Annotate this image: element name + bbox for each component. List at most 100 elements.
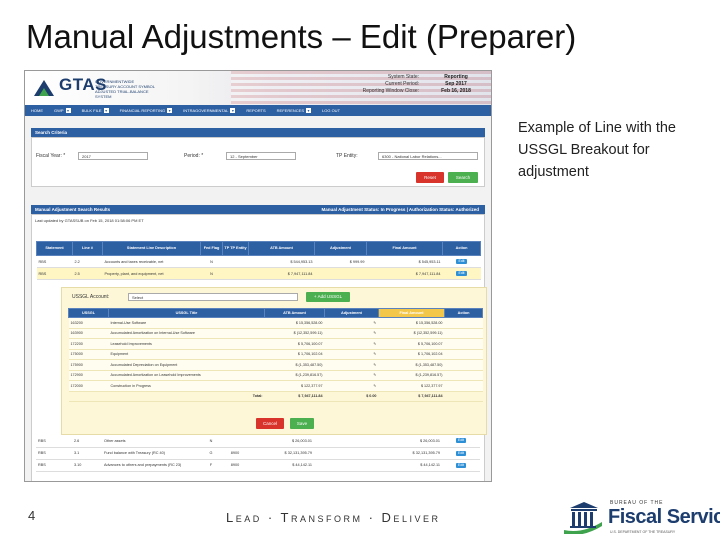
last-updated-text: Last updated by GTASSUB on Feb 15, 2018 …: [35, 218, 144, 223]
edit-button[interactable]: Edit: [455, 462, 467, 468]
pencil-icon[interactable]: ✎: [373, 321, 376, 325]
results-table-continued: RBS 2.6 Other assets N $ 26,003.01 $ 26,…: [36, 435, 480, 472]
table-row-selected: RBS 2.5 Property, plant, and equipment, …: [36, 267, 481, 280]
add-ussgl-button[interactable]: + Add USSGL: [306, 292, 350, 302]
col-ussgl[interactable]: USSGL: [68, 308, 109, 318]
brand-name: Fiscal Service: [608, 506, 720, 528]
col-statement[interactable]: Statement: [36, 241, 73, 256]
main-nav: HOME GWP ▾ BULK FILE ▾ FINANCIAL REPORTING…: [25, 105, 491, 116]
col-ussgl-atb[interactable]: ATB Amount: [264, 308, 325, 318]
results-status: Manual Adjustment Status: In Progress | …: [321, 207, 479, 212]
pencil-icon[interactable]: ✎: [373, 384, 376, 388]
results-title: Manual Adjustment Search Results: [35, 207, 111, 212]
search-criteria-panel: Fiscal Year: * 2017 Period: * 12 - Septe…: [31, 137, 485, 187]
chevron-down-icon: ▾: [167, 108, 173, 113]
entity-label: TP Entity:: [336, 153, 358, 159]
table-row: 172900 Accumulated Amortization on Leaseh…: [68, 370, 483, 381]
gtas-logo-icon: [34, 80, 54, 96]
results-header: Manual Adjustment Search Results Manual …: [31, 205, 485, 214]
nav-financial-reporting[interactable]: FINANCIAL REPORTING ▾: [120, 108, 173, 113]
slide-title: Manual Adjustments – Edit (Preparer): [26, 18, 577, 55]
period-select[interactable]: 12 - September: [226, 152, 296, 160]
edit-button[interactable]: Edit: [456, 271, 467, 276]
app-logo-subtitle: GOVERNMENTWIDE TREASURY ACCOUNT SYMBOL A…: [95, 79, 155, 99]
table-row: 175000 Equipment $ 1,706,102.04 ✎ $ 1,706,10…: [68, 349, 483, 360]
entity-select[interactable]: 6300 - National Labor Relations...: [378, 152, 478, 160]
search-button[interactable]: Search: [448, 172, 478, 183]
table-row: 163200 Internal-Use Software $ 15,356,528.…: [68, 317, 483, 329]
table-row: 172200 Leasehold Improvements $ 5,706,100.…: [68, 338, 483, 350]
chevron-down-icon: ▾: [65, 108, 71, 113]
ussgl-account-label: USSGL Account:: [72, 294, 110, 300]
edit-button[interactable]: Edit: [456, 259, 467, 264]
table-row: 175900 Accumulated Depreciation on Equipm…: [68, 359, 483, 371]
col-ussgl-title[interactable]: USSGL Title: [108, 308, 265, 318]
nav-reports[interactable]: REPORTS: [246, 108, 265, 113]
fiscal-service-logo: BUREAU OF THE Fiscal Service U.S. DEPART…: [562, 498, 720, 538]
col-final-amount[interactable]: Final Amount: [366, 241, 443, 256]
search-criteria-header: Search Criteria: [31, 128, 485, 137]
pencil-icon[interactable]: ✎: [373, 331, 376, 335]
col-adjustment[interactable]: Adjustment: [314, 241, 367, 256]
current-period-label: Current Period:: [385, 81, 419, 87]
total-row: Total: $ 7,947,111.84 $ 0.00 $ 7,947,111…: [68, 391, 483, 402]
col-line[interactable]: Line #: [72, 241, 103, 256]
system-state-value: Reporting: [444, 74, 468, 80]
pencil-icon[interactable]: ✎: [373, 363, 376, 367]
table-row: RBS 3.1 Fund balance with Treasury (RC 4…: [36, 447, 480, 460]
window-close-label: Reporting Window Close:: [362, 88, 419, 94]
edit-button[interactable]: Edit: [455, 450, 467, 456]
page-number: 4: [28, 508, 36, 523]
nav-home[interactable]: HOME: [31, 108, 43, 113]
save-button[interactable]: Save: [290, 418, 314, 429]
nav-logout[interactable]: LOG OUT: [322, 108, 340, 113]
total-label: Total:: [108, 391, 265, 402]
table-row: 163900 Accumulated Amortization on Intern…: [68, 328, 483, 339]
chevron-down-icon: ▾: [306, 108, 312, 113]
total-adjustment: $ 0.00: [324, 391, 379, 402]
callout-text: Example of Line with the USSGL Breakout …: [518, 120, 676, 180]
ussgl-account-select[interactable]: Select: [128, 293, 298, 301]
app-screenshot: GTAS GOVERNMENTWIDE TREASURY ACCOUNT SYM…: [24, 70, 492, 482]
chevron-down-icon: ▾: [103, 108, 109, 113]
table-row: RBS 3.10 Advances to others and prepayme…: [36, 459, 480, 472]
fiscal-year-label: Fiscal Year: *: [36, 153, 66, 159]
nav-references[interactable]: REFERENCES ▾: [277, 108, 312, 113]
nav-intragovernmental[interactable]: INTRAGOVERNMENTAL ▾: [183, 108, 236, 113]
nav-gwp[interactable]: GWP ▾: [54, 108, 71, 113]
pencil-icon[interactable]: ✎: [373, 352, 376, 356]
system-info-labels: System State: Current Period: Reporting …: [343, 74, 419, 95]
table-row: RBS 2.2 Accounts and taxes receivable, n…: [36, 255, 481, 268]
chevron-down-icon: ▾: [230, 108, 236, 113]
total-atb: $ 7,947,111.84: [264, 391, 325, 402]
col-ussgl-adjustment[interactable]: Adjustment: [324, 308, 379, 318]
ussgl-table: USSGL USSGL Title ATB Amount Adjustment …: [68, 308, 483, 402]
fiscal-year-select[interactable]: 2017: [78, 152, 148, 160]
nav-bulk-file[interactable]: BULK FILE ▾: [82, 108, 109, 113]
col-atb-amount[interactable]: ATB Amount: [248, 241, 315, 256]
pencil-icon[interactable]: ✎: [373, 373, 376, 377]
system-info-values: Reporting Sep 2017 Feb 16, 2018: [429, 74, 483, 95]
col-ussgl-action: Action: [444, 308, 483, 318]
current-period-value: Sep 2017: [445, 81, 467, 87]
col-fed-flag[interactable]: Fed Flag: [200, 241, 223, 256]
period-label: Period: *: [184, 153, 204, 159]
reset-button[interactable]: Reset: [416, 172, 444, 183]
system-state-label: System State:: [387, 74, 419, 80]
col-action: Action: [442, 241, 481, 256]
col-tp-entity[interactable]: TP TP Entity: [222, 241, 249, 256]
col-description[interactable]: Statement Line Description: [102, 241, 201, 256]
app-banner: GTAS GOVERNMENTWIDE TREASURY ACCOUNT SYM…: [25, 71, 491, 105]
footer-tagline: Lead · Transform · Deliver: [226, 510, 441, 525]
edit-button[interactable]: Edit: [455, 438, 467, 444]
table-row: 172000 Construction in Progress $ 122,377.…: [68, 380, 483, 392]
col-ussgl-final[interactable]: Final Amount: [378, 308, 445, 318]
table-row: RBS 2.6 Other assets N $ 26,003.01 $ 26,…: [36, 435, 480, 448]
brand-subtext: U.S. DEPARTMENT OF THE TREASURY: [610, 530, 676, 534]
total-final: $ 7,947,111.84: [378, 391, 445, 402]
window-close-value: Feb 16, 2018: [441, 88, 471, 94]
pencil-icon[interactable]: ✎: [373, 342, 376, 346]
treasury-building-icon: [564, 502, 602, 534]
cancel-button[interactable]: Cancel: [256, 418, 284, 429]
ussgl-breakout-panel: USSGL Account: Select + Add USSGL USSGL …: [61, 287, 487, 435]
